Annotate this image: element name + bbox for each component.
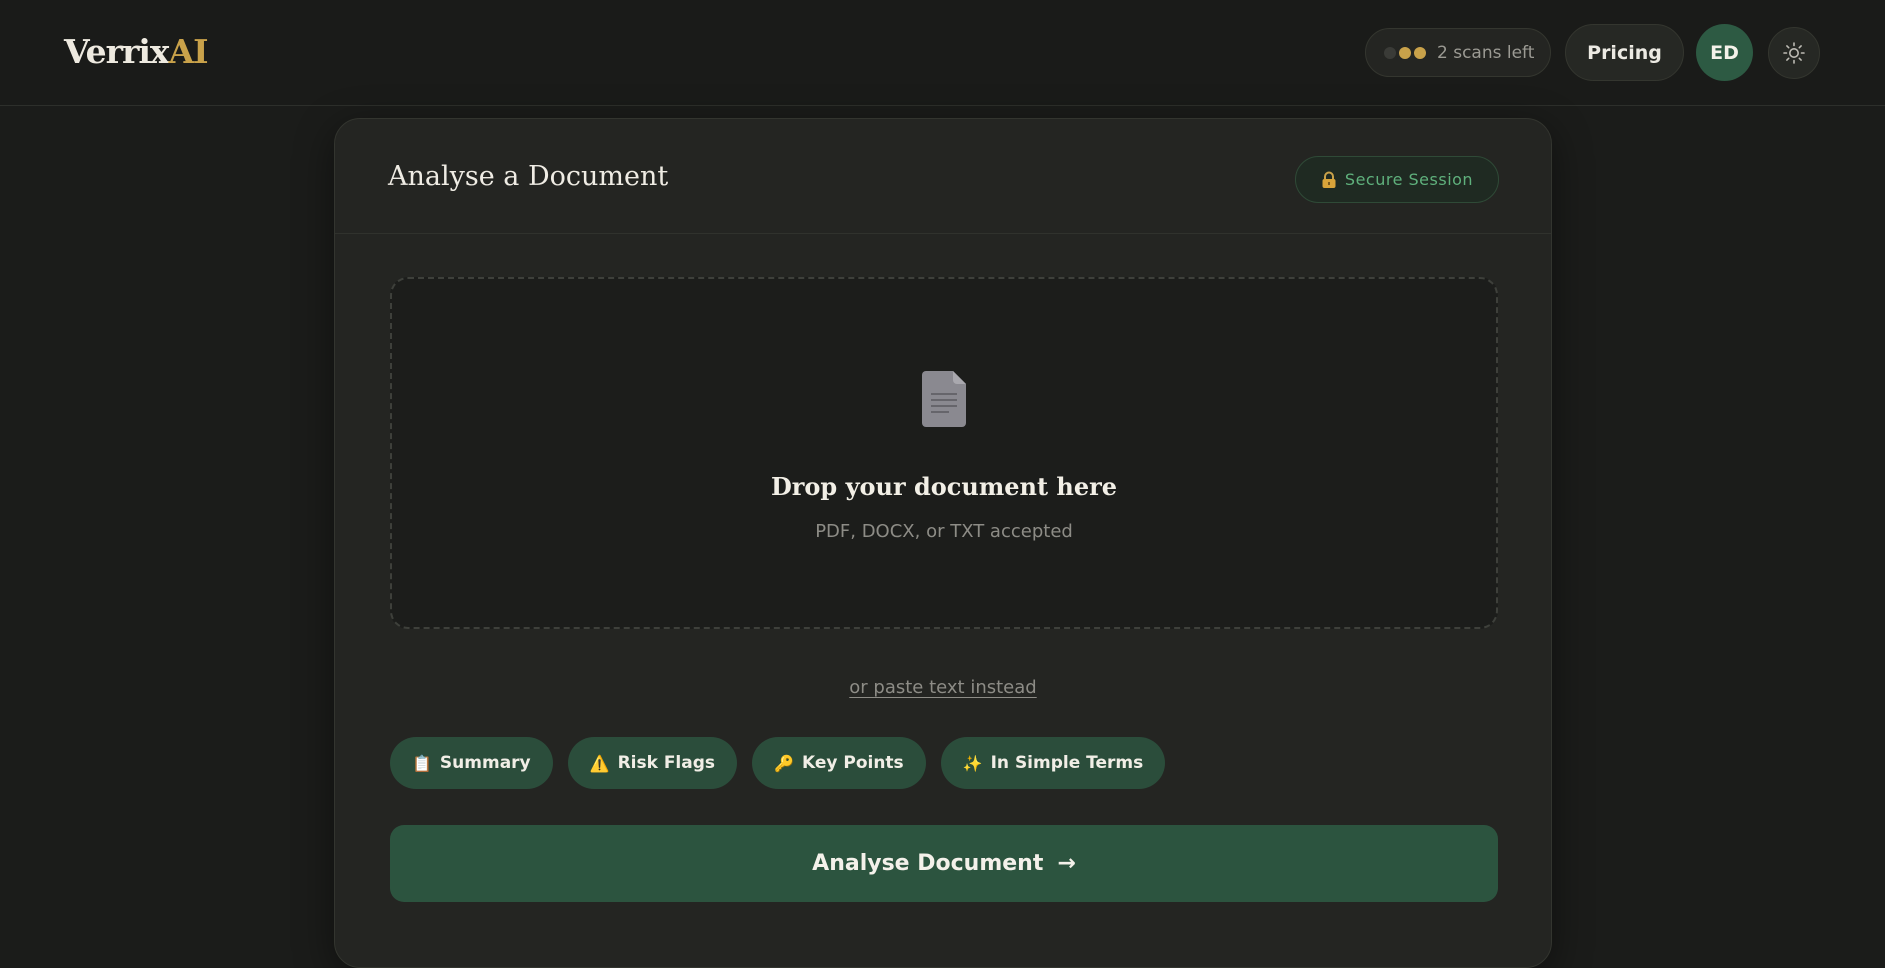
- lock-icon: [1322, 171, 1336, 188]
- chip-label: Risk Flags: [617, 753, 716, 773]
- arrow-right-icon: →: [1057, 851, 1076, 876]
- dropzone-subtitle: PDF, DOCX, or TXT accepted: [815, 521, 1073, 542]
- scans-remaining-badge: 2 scans left: [1365, 28, 1551, 77]
- analyse-button-label: Analyse Document: [812, 851, 1044, 876]
- chip-risk-flags[interactable]: ⚠️ Risk Flags: [567, 737, 738, 789]
- secure-session-badge: Secure Session: [1295, 156, 1499, 203]
- paste-text-link[interactable]: or paste text instead: [335, 677, 1551, 698]
- key-icon: 🔑: [774, 753, 794, 773]
- warning-icon: ⚠️: [589, 753, 610, 773]
- sparkles-icon: ✨: [962, 753, 983, 773]
- logo-text-primary: Verrix: [64, 32, 170, 71]
- file-dropzone[interactable]: Drop your document here PDF, DOCX, or TX…: [390, 277, 1498, 629]
- scans-remaining-label: 2 scans left: [1437, 42, 1535, 63]
- page-title: Analyse a Document: [388, 161, 669, 192]
- chip-in-simple-terms[interactable]: ✨ In Simple Terms: [940, 737, 1166, 789]
- document-icon: [922, 371, 966, 427]
- scan-dot-available: [1399, 46, 1411, 59]
- chip-label: Key Points: [801, 753, 904, 773]
- logo[interactable]: VerrixAI: [64, 32, 209, 71]
- analysis-options: 📋 Summary ⚠️ Risk Flags 🔑 Key Points ✨ I…: [390, 737, 1166, 789]
- chip-summary[interactable]: 📋 Summary: [390, 737, 553, 789]
- sun-icon: [1783, 42, 1805, 64]
- user-avatar[interactable]: ED: [1696, 24, 1753, 81]
- dropzone-title: Drop your document here: [770, 472, 1118, 501]
- scan-dot-used: [1384, 46, 1396, 59]
- analyse-card: Analyse a Document Secure Session Drop y…: [334, 118, 1552, 968]
- card-header: Analyse a Document Secure Session: [335, 119, 1551, 234]
- chip-key-points[interactable]: 🔑 Key Points: [752, 737, 926, 789]
- logo-text-accent: AI: [168, 32, 209, 71]
- pricing-button[interactable]: Pricing: [1565, 24, 1684, 81]
- theme-toggle-button[interactable]: [1768, 27, 1820, 79]
- top-navigation-bar: VerrixAI 2 scans left Pricing ED: [0, 0, 1885, 106]
- chip-label: In Simple Terms: [990, 753, 1144, 773]
- secure-session-label: Secure Session: [1344, 170, 1474, 189]
- chip-label: Summary: [439, 753, 531, 773]
- scan-dot-available: [1414, 46, 1426, 59]
- clipboard-icon: 📋: [412, 753, 432, 773]
- analyse-document-button[interactable]: Analyse Document →: [390, 825, 1498, 902]
